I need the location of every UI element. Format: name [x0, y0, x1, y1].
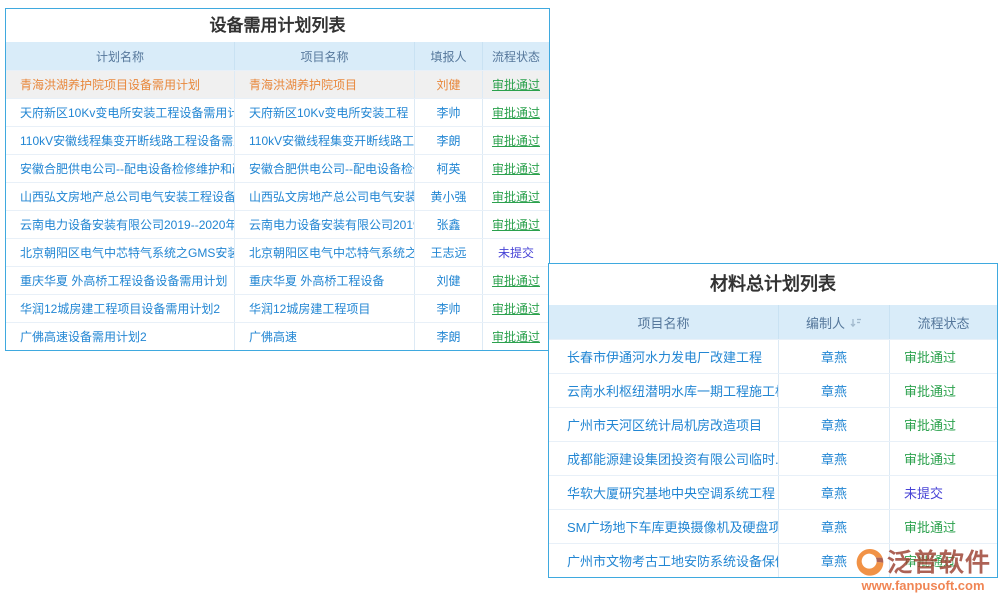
- flow-status-link[interactable]: 审批通过: [889, 544, 997, 577]
- column-header-flow-status: 流程状态: [482, 42, 549, 70]
- flow-status-link[interactable]: 审批通过: [482, 295, 549, 322]
- reporter-name: 李朗: [414, 127, 482, 154]
- project-name-link[interactable]: 北京朝阳区电气中芯特气系统之GM...: [234, 239, 414, 266]
- project-name-link[interactable]: 广佛高速: [234, 323, 414, 350]
- table-row: 山西弘文房地产总公司电气安装工程设备需用... 山西弘文房地产总公司电气安装工程…: [6, 182, 549, 210]
- table-row: 重庆华夏 外高桥工程设备设备需用计划 重庆华夏 外高桥工程设备 刘健 审批通过: [6, 266, 549, 294]
- flow-status-link[interactable]: 审批通过: [889, 374, 997, 407]
- plan-name-link[interactable]: 华润12城房建工程项目设备需用计划2: [6, 295, 234, 322]
- project-name-link[interactable]: 山西弘文房地产总公司电气安装工程: [234, 183, 414, 210]
- flow-status-link[interactable]: 审批通过: [889, 408, 997, 441]
- plan-name-link[interactable]: 广佛高速设备需用计划2: [6, 323, 234, 350]
- flow-status-link[interactable]: 审批通过: [482, 155, 549, 182]
- project-name-link[interactable]: SM广场地下车库更换摄像机及硬盘项目: [549, 510, 778, 543]
- reporter-name: 刘健: [414, 71, 482, 98]
- plan-name-link[interactable]: 青海洪湖养护院项目设备需用计划: [6, 71, 234, 98]
- plan-name-link[interactable]: 安徽合肥供电公司--配电设备检修维护和改造...: [6, 155, 234, 182]
- column-header-flow-status: 流程状态: [889, 305, 997, 339]
- compiler-name: 章燕: [778, 510, 889, 543]
- flow-status-link[interactable]: 未提交: [482, 239, 549, 266]
- table-row: 天府新区10Kv变电所安装工程设备需用计划 天府新区10Kv变电所安装工程 李帅…: [6, 98, 549, 126]
- flow-status-link[interactable]: 未提交: [889, 476, 997, 509]
- flow-status-link[interactable]: 审批通过: [889, 510, 997, 543]
- equipment-panel-title: 设备需用计划列表: [6, 9, 549, 42]
- project-name-link[interactable]: 华润12城房建工程项目: [234, 295, 414, 322]
- plan-name-link[interactable]: 北京朝阳区电气中芯特气系统之GMS安装设备...: [6, 239, 234, 266]
- compiler-name: 章燕: [778, 442, 889, 475]
- reporter-name: 王志远: [414, 239, 482, 266]
- reporter-name: 李帅: [414, 99, 482, 126]
- plan-name-link[interactable]: 山西弘文房地产总公司电气安装工程设备需用...: [6, 183, 234, 210]
- compiler-name: 章燕: [778, 340, 889, 373]
- flow-status-link[interactable]: 审批通过: [482, 211, 549, 238]
- table-row: 110kV安徽线程集变开断线路工程设备需用计划 110kV安徽线程集变开断线路工…: [6, 126, 549, 154]
- equipment-table-header: 计划名称 项目名称 填报人 流程状态: [6, 42, 549, 70]
- column-header-compiler[interactable]: 编制人: [778, 305, 889, 339]
- equipment-table-body: 青海洪湖养护院项目设备需用计划 青海洪湖养护院项目 刘健 审批通过 天府新区10…: [6, 70, 549, 350]
- plan-name-link[interactable]: 重庆华夏 外高桥工程设备设备需用计划: [6, 267, 234, 294]
- table-row: 华软大厦研究基地中央空调系统工程 章燕 未提交: [549, 475, 997, 509]
- project-name-link[interactable]: 广州市天河区统计局机房改造项目: [549, 408, 778, 441]
- table-row: 成都能源建设集团投资有限公司临时... 章燕 审批通过: [549, 441, 997, 475]
- material-panel-title: 材料总计划列表: [549, 264, 997, 305]
- compiler-name: 章燕: [778, 408, 889, 441]
- flow-status-link[interactable]: 审批通过: [482, 127, 549, 154]
- column-header-plan-name: 计划名称: [6, 42, 234, 70]
- flow-status-link[interactable]: 审批通过: [889, 442, 997, 475]
- reporter-name: 黄小强: [414, 183, 482, 210]
- project-name-link[interactable]: 天府新区10Kv变电所安装工程: [234, 99, 414, 126]
- reporter-name: 李帅: [414, 295, 482, 322]
- table-row: SM广场地下车库更换摄像机及硬盘项目 章燕 审批通过: [549, 509, 997, 543]
- table-row: 广佛高速设备需用计划2 广佛高速 李朗 审批通过: [6, 322, 549, 350]
- project-name-link[interactable]: 长春市伊通河水力发电厂改建工程: [549, 340, 778, 373]
- project-name-link[interactable]: 青海洪湖养护院项目: [234, 71, 414, 98]
- column-header-reporter: 填报人: [414, 42, 482, 70]
- flow-status-link[interactable]: 审批通过: [482, 99, 549, 126]
- plan-name-link[interactable]: 110kV安徽线程集变开断线路工程设备需用计划: [6, 127, 234, 154]
- flow-status-link[interactable]: 审批通过: [482, 71, 549, 98]
- compiler-name: 章燕: [778, 544, 889, 577]
- material-table-body: 长春市伊通河水力发电厂改建工程 章燕 审批通过 云南水利枢纽潜明水库一期工程施工…: [549, 339, 997, 577]
- flow-status-link[interactable]: 审批通过: [482, 267, 549, 294]
- project-name-link[interactable]: 华软大厦研究基地中央空调系统工程: [549, 476, 778, 509]
- project-name-link[interactable]: 安徽合肥供电公司--配电设备检修维...: [234, 155, 414, 182]
- table-row: 北京朝阳区电气中芯特气系统之GMS安装设备... 北京朝阳区电气中芯特气系统之G…: [6, 238, 549, 266]
- flow-status-link[interactable]: 审批通过: [482, 183, 549, 210]
- plan-name-link[interactable]: 云南电力设备安装有限公司2019--2020年度劳...: [6, 211, 234, 238]
- flow-status-link[interactable]: 审批通过: [889, 340, 997, 373]
- table-row: 青海洪湖养护院项目设备需用计划 青海洪湖养护院项目 刘健 审批通过: [6, 70, 549, 98]
- project-name-link[interactable]: 云南水利枢纽潜明水库一期工程施工标: [549, 374, 778, 407]
- plan-name-link[interactable]: 天府新区10Kv变电所安装工程设备需用计划: [6, 99, 234, 126]
- watermark-url-text: www.fanpusoft.com: [848, 578, 998, 593]
- equipment-plan-panel: 设备需用计划列表 计划名称 项目名称 填报人 流程状态 青海洪湖养护院项目设备需…: [5, 8, 550, 351]
- project-name-link[interactable]: 成都能源建设集团投资有限公司临时...: [549, 442, 778, 475]
- reporter-name: 柯英: [414, 155, 482, 182]
- table-row: 广州市天河区统计局机房改造项目 章燕 审批通过: [549, 407, 997, 441]
- column-header-project-name: 项目名称: [234, 42, 414, 70]
- table-row: 长春市伊通河水力发电厂改建工程 章燕 审批通过: [549, 339, 997, 373]
- column-header-project-name: 项目名称: [549, 305, 778, 339]
- compiler-name: 章燕: [778, 476, 889, 509]
- reporter-name: 刘健: [414, 267, 482, 294]
- project-name-link[interactable]: 云南电力设备安装有限公司2019--2...: [234, 211, 414, 238]
- flow-status-link[interactable]: 审批通过: [482, 323, 549, 350]
- table-row: 安徽合肥供电公司--配电设备检修维护和改造... 安徽合肥供电公司--配电设备检…: [6, 154, 549, 182]
- project-name-link[interactable]: 广州市文物考古工地安防系统设备保修: [549, 544, 778, 577]
- compiler-name: 章燕: [778, 374, 889, 407]
- table-row: 云南电力设备安装有限公司2019--2020年度劳... 云南电力设备安装有限公…: [6, 210, 549, 238]
- project-name-link[interactable]: 重庆华夏 外高桥工程设备: [234, 267, 414, 294]
- table-row: 云南水利枢纽潜明水库一期工程施工标 章燕 审批通过: [549, 373, 997, 407]
- project-name-link[interactable]: 110kV安徽线程集变开断线路工程: [234, 127, 414, 154]
- reporter-name: 李朗: [414, 323, 482, 350]
- compiler-header-label: 编制人: [806, 313, 845, 332]
- material-table-header: 项目名称 编制人 流程状态: [549, 305, 997, 339]
- sort-icon[interactable]: [850, 316, 862, 328]
- table-row: 广州市文物考古工地安防系统设备保修 章燕 审批通过: [549, 543, 997, 577]
- material-plan-panel: 材料总计划列表 项目名称 编制人 流程状态 长春市伊通河水力发电厂改建工程: [548, 263, 998, 578]
- reporter-name: 张鑫: [414, 211, 482, 238]
- table-row: 华润12城房建工程项目设备需用计划2 华润12城房建工程项目 李帅 审批通过: [6, 294, 549, 322]
